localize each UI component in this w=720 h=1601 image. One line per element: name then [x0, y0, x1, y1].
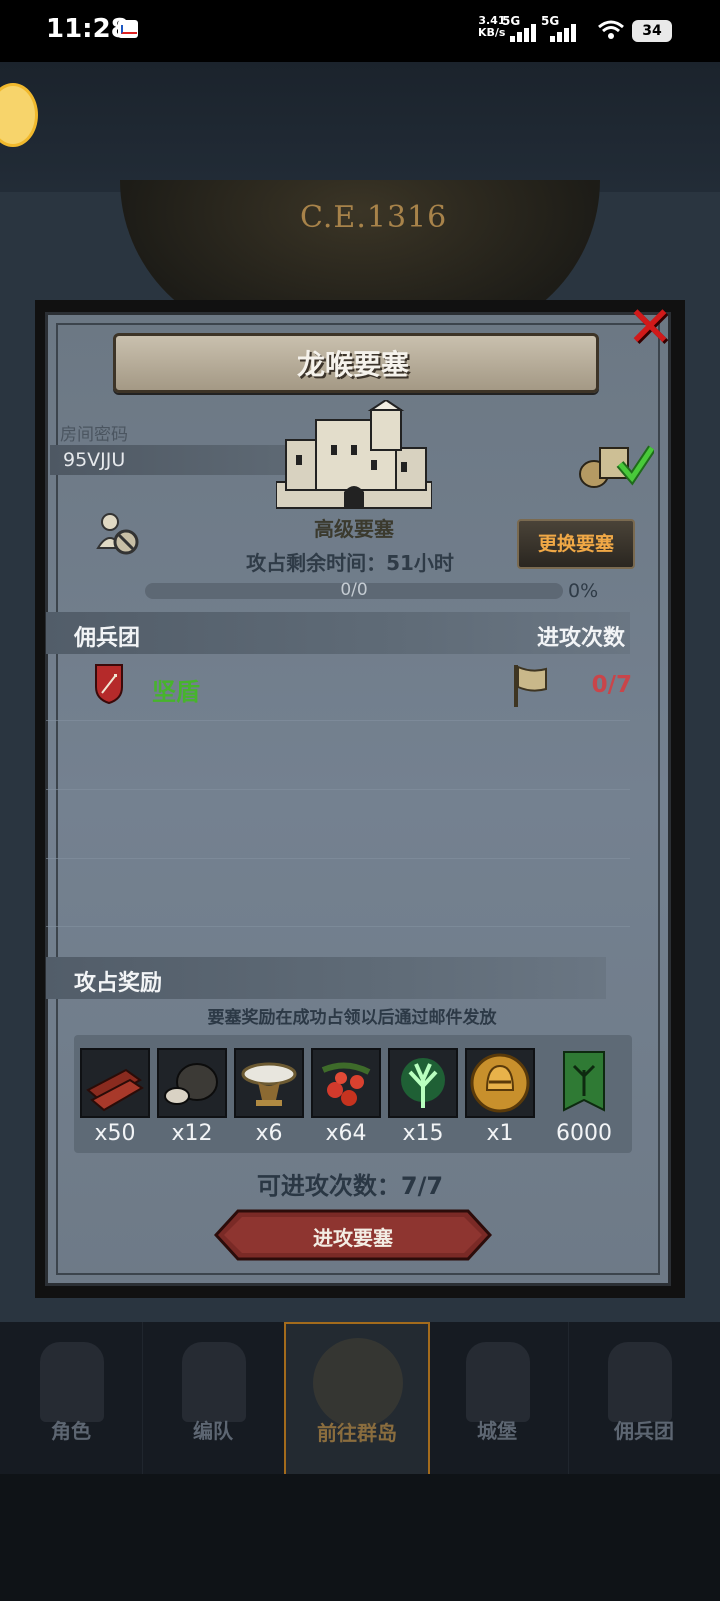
battery-indicator: 34: [632, 20, 672, 42]
truffle-icon: [164, 1063, 218, 1105]
fortress-castle-icon: [276, 400, 432, 509]
game-year: C.E.1316: [300, 200, 448, 235]
available-attacks: 可进攻次数：7/7: [256, 1172, 444, 1200]
game-top-bar: [0, 62, 720, 192]
no-user-icon: [96, 513, 139, 555]
rewards-title: 攻占奖励: [74, 971, 163, 996]
compass-icon: [313, 1338, 403, 1428]
wood-logs-icon: [86, 1068, 144, 1112]
attack-fortress-label: 进攻要塞: [313, 1226, 393, 1250]
wifi-icon: [598, 20, 624, 39]
reward-bag-check-icon[interactable]: [574, 440, 654, 490]
reward-qty: x64: [325, 1121, 367, 1146]
nav-castle[interactable]: 城堡: [426, 1322, 569, 1474]
nav-formation[interactable]: 编队: [142, 1322, 285, 1474]
system-navigation-bar: [0, 1474, 720, 1601]
nav-mercenary[interactable]: 佣兵团: [568, 1322, 720, 1474]
mercenary-attack-count: 0/7: [591, 672, 632, 698]
row-divider: [46, 858, 630, 859]
row-divider: [46, 926, 630, 927]
attacks-column-label: 进攻次数: [537, 626, 626, 651]
row-divider: [46, 789, 630, 790]
mercenary-name[interactable]: 坚盾: [152, 672, 200, 707]
signal-icon: [550, 22, 580, 42]
close-icon[interactable]: ✕: [622, 300, 678, 356]
fortress-name: 高级要塞: [314, 517, 394, 541]
clock: 11:28: [46, 14, 129, 44]
reward-qty: x1: [486, 1121, 514, 1146]
flag-icon: [514, 665, 547, 707]
reward-qty: x15: [402, 1121, 444, 1146]
room-password-value: 95VJJU: [63, 449, 126, 471]
shield-swords-icon: [95, 664, 123, 705]
reward-qty: x50: [94, 1121, 136, 1146]
berries-icon: [321, 1062, 371, 1106]
ship-icon: [608, 1342, 672, 1422]
golden-helmet-coin-icon: [470, 1053, 530, 1113]
silver-dish-icon: [241, 1062, 297, 1106]
helmet-icon: [182, 1342, 246, 1422]
dialog-title: 龙喉要塞: [296, 348, 409, 381]
signal-icon: [510, 22, 540, 42]
reward-slot-tree-emblem[interactable]: [388, 1048, 458, 1118]
castle-icon: [466, 1342, 530, 1422]
reward-qty: x12: [171, 1121, 213, 1146]
nav-islands[interactable]: 前往群岛: [284, 1322, 430, 1478]
mercenary-column-label: 佣兵团: [74, 626, 141, 651]
reward-slot-truffle[interactable]: [157, 1048, 227, 1118]
row-divider: [46, 720, 630, 721]
reward-slot-dish[interactable]: [234, 1048, 304, 1118]
reward-slot-helmet[interactable]: [465, 1048, 535, 1118]
reward-slot-wood[interactable]: [80, 1048, 150, 1118]
reward-qty: 6000: [556, 1121, 612, 1146]
green-banner-icon[interactable]: [562, 1050, 606, 1116]
rewards-note: 要塞奖励在成功占领以后通过邮件发放: [207, 1008, 497, 1028]
nav-character[interactable]: 角色: [0, 1322, 143, 1474]
progress-percent: 0%: [568, 580, 599, 602]
knight-icon: [40, 1342, 104, 1422]
green-tree-emblem-icon: [401, 1058, 445, 1108]
reward-qty: x6: [255, 1121, 283, 1146]
room-password-label: 房间密码: [60, 425, 128, 445]
reward-slot-berries[interactable]: [311, 1048, 381, 1118]
status-bar: 11:28 3.41 KB/s 5G 5G 34: [0, 0, 720, 62]
capture-time-left: 攻占剩余时间：51小时: [246, 551, 454, 575]
progress-text: 0/0: [340, 580, 368, 600]
app-notification-icon: [118, 20, 138, 38]
